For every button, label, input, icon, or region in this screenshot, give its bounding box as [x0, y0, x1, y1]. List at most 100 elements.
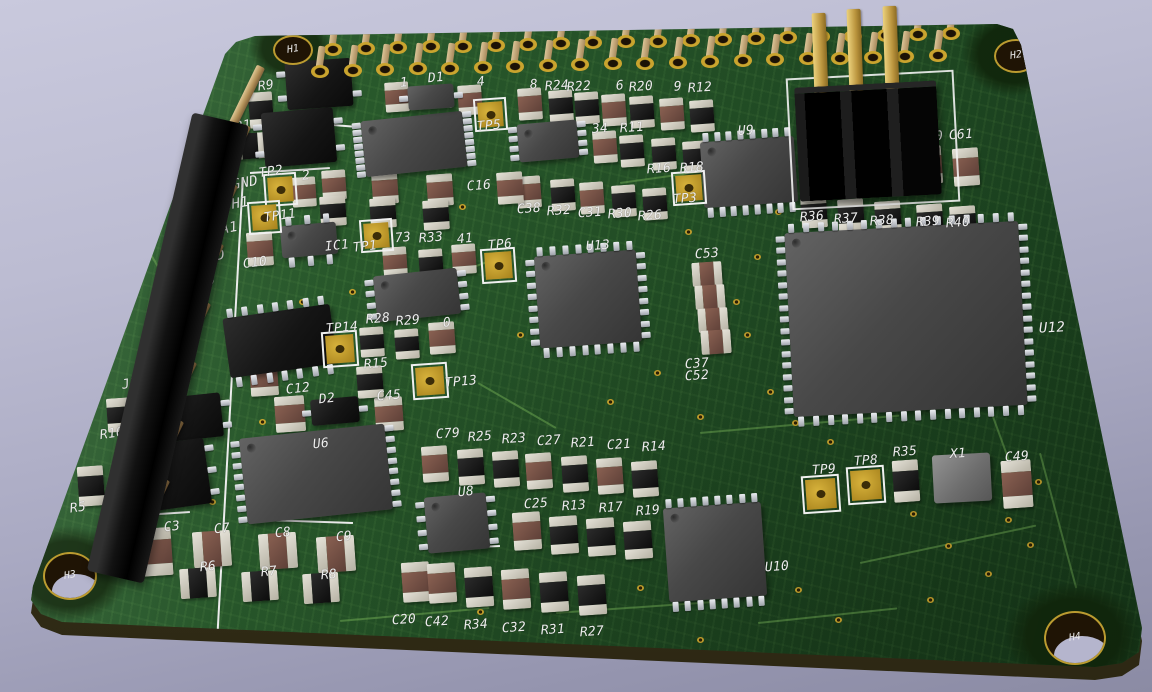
chip-pin	[761, 129, 768, 138]
chip-pin	[464, 131, 474, 138]
chip-pin	[779, 305, 788, 311]
plated-hole-ring	[604, 57, 622, 70]
plated-hole-ring	[682, 34, 700, 47]
component-body	[457, 457, 484, 476]
via-pad	[733, 299, 740, 305]
component-body	[699, 262, 715, 287]
chip-pin	[1021, 281, 1030, 287]
plated-hole-ring	[311, 65, 329, 78]
chip-U10	[663, 502, 767, 603]
plated-hole-ring	[552, 37, 570, 50]
chip-pin	[974, 407, 981, 417]
via-pad	[517, 332, 524, 338]
component-body	[623, 530, 652, 550]
component-body	[601, 101, 626, 118]
chip-pin	[354, 143, 364, 150]
resistor	[539, 571, 570, 613]
component-body	[577, 584, 606, 605]
chip-pin	[238, 516, 248, 523]
chip-pin	[746, 597, 753, 607]
chip-pin	[575, 244, 582, 253]
mounting-hole-h4: H4	[1044, 611, 1106, 665]
chip-pin	[1026, 373, 1035, 379]
plated-hole-ring	[487, 39, 505, 52]
plated-hole-ring	[942, 27, 960, 40]
chip-pin	[639, 298, 648, 305]
chip-pin	[758, 596, 765, 606]
capacitor	[659, 97, 685, 131]
silkscreen-label: 41	[456, 231, 474, 247]
silkscreen-label: R18	[679, 160, 704, 177]
chip-U12	[784, 221, 1027, 417]
chip-pin	[754, 204, 761, 214]
terminal-cap	[633, 487, 660, 498]
resistor	[631, 460, 659, 498]
terminal-cap	[519, 111, 544, 121]
terminal-cap	[625, 548, 654, 560]
chip-pin	[278, 95, 287, 102]
pad-hole	[275, 185, 285, 194]
chip-pin	[993, 213, 999, 222]
plated-hole-ring	[422, 40, 440, 53]
component-body	[892, 470, 919, 492]
chip-pin	[235, 484, 245, 491]
terminal-cap	[722, 329, 731, 353]
component-body	[421, 454, 448, 473]
chip-pin	[1027, 396, 1036, 402]
chip-pin	[207, 466, 217, 473]
terminal-cap	[594, 154, 619, 164]
silkscreen-label: R32	[546, 203, 571, 220]
silkscreen-label: R8	[320, 567, 338, 583]
chip-pin	[1022, 292, 1031, 298]
silkscreen-label: R25	[467, 429, 492, 446]
chip-pin	[556, 347, 563, 357]
via-pad	[259, 419, 266, 425]
plated-hole-ring	[766, 53, 784, 66]
silkscreen-label: 8	[529, 77, 538, 93]
chip-pin	[1019, 246, 1028, 252]
chip-pin	[595, 344, 602, 354]
chip-pin	[466, 152, 476, 159]
silkscreen-label: R6	[199, 559, 217, 575]
chip-pin	[886, 412, 893, 422]
silkscreen-label: C61	[948, 127, 973, 144]
chip-pin	[488, 523, 497, 530]
silkscreen-label: C27	[536, 433, 561, 450]
silkscreen-label: TP11	[263, 206, 297, 225]
silkscreen-label: R22	[566, 79, 591, 96]
chip-pin	[783, 385, 792, 391]
chip-pin	[766, 203, 773, 213]
chip-pin	[678, 498, 685, 507]
chip-pin	[613, 242, 620, 251]
plated-hole-ring	[747, 32, 765, 45]
chip-pin	[777, 259, 786, 265]
silkscreen-label: TP13	[444, 373, 478, 391]
header-gold-pin	[812, 13, 829, 95]
chip-pin	[322, 213, 329, 222]
silkscreen-label: 4	[476, 74, 485, 90]
chip-pin	[734, 597, 741, 607]
component-body	[549, 525, 578, 545]
capacitor	[691, 261, 723, 287]
silkscreen-label: R27	[579, 624, 604, 641]
pcb-3d-viewport[interactable]: H1H2H3H4R9R11D14TP58R24R226R209R1234R11R…	[0, 0, 1152, 692]
chip-pin	[751, 493, 758, 502]
silkscreen-label: TP8	[853, 453, 878, 470]
silkscreen-label: C7	[213, 521, 231, 537]
soic-top2	[516, 119, 579, 162]
chip-pin	[1017, 405, 1024, 415]
chip-pin	[459, 292, 469, 299]
component-body	[586, 527, 615, 547]
chip-pin	[638, 286, 647, 293]
via-pad	[685, 229, 692, 235]
pad-hole	[485, 110, 495, 119]
chip-pin	[827, 415, 834, 425]
silkscreen-label: R40	[945, 215, 970, 232]
silkscreen-label: R36	[799, 209, 824, 226]
silkscreen-label: R13	[561, 498, 586, 515]
chip-pin	[1022, 304, 1031, 310]
chip-pin	[210, 488, 220, 495]
chip-pin	[640, 309, 649, 316]
chip-pin	[1024, 338, 1033, 344]
chip-pin	[742, 205, 749, 215]
